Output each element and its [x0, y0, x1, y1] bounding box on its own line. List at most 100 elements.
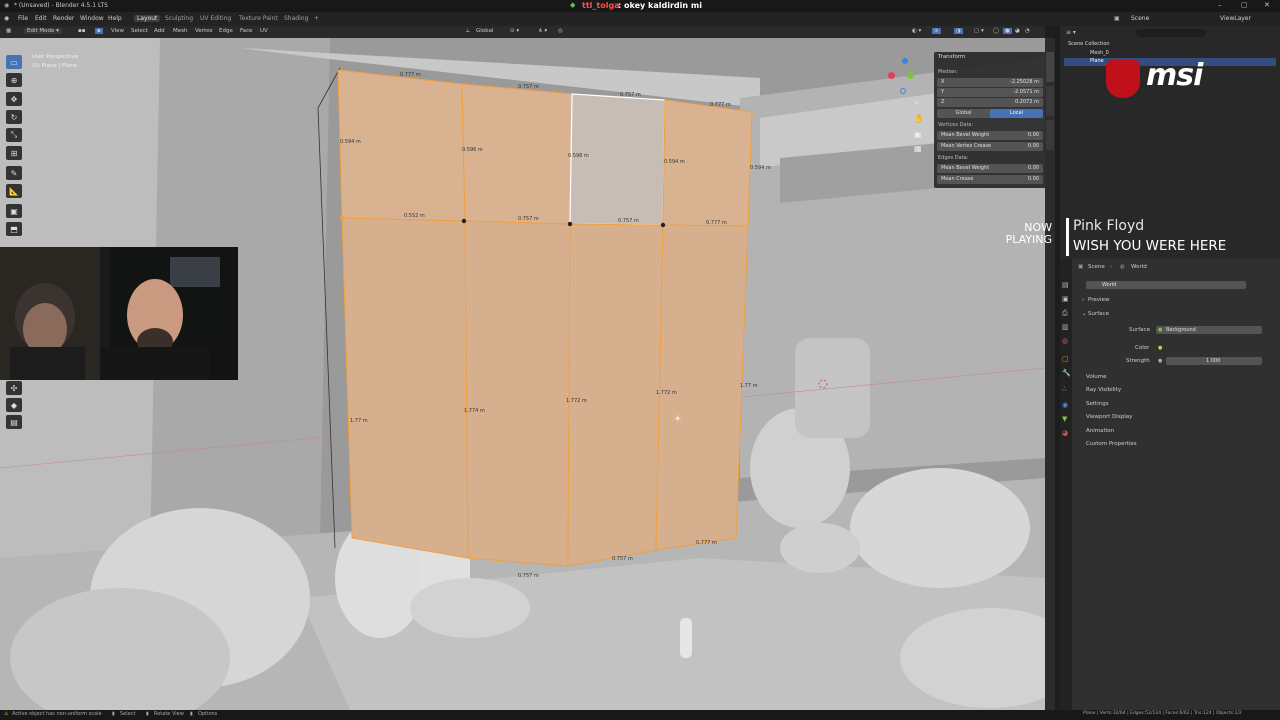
- overlay-icon[interactable]: ◑: [954, 28, 963, 34]
- world-tab-icon[interactable]: ◍: [1062, 337, 1068, 345]
- add-workspace-button[interactable]: +: [314, 15, 319, 22]
- maximize-button[interactable]: ▢: [1241, 1, 1248, 9]
- transform-tool-icon[interactable]: ⊞: [6, 146, 22, 160]
- face-select-icon[interactable]: ▪: [95, 28, 103, 34]
- outliner-item-mesh[interactable]: Mesh_0: [1090, 50, 1109, 56]
- neg-z-axis-icon[interactable]: [900, 88, 906, 94]
- menu-add[interactable]: Add: [154, 28, 165, 34]
- move-tool-icon[interactable]: ✥: [6, 92, 22, 106]
- menu-uv[interactable]: UV: [260, 28, 268, 34]
- cursor-tool-icon[interactable]: ⊕: [6, 73, 22, 87]
- wireframe-shading-icon[interactable]: ◯: [993, 28, 999, 34]
- ortho-toggle-icon[interactable]: ▦: [914, 144, 922, 153]
- menu-file[interactable]: File: [18, 15, 28, 22]
- smooth-tool-icon[interactable]: ◆: [6, 398, 22, 412]
- median-x-field[interactable]: X -2.25028 m: [937, 78, 1043, 87]
- mean-vertex-crease-field[interactable]: Mean Vertex Crease 0.00: [937, 142, 1043, 151]
- section-settings[interactable]: Settings: [1086, 401, 1109, 407]
- rotate-tool-icon[interactable]: ↻: [6, 110, 22, 124]
- snap-icon[interactable]: ⋔ ▾: [538, 28, 547, 34]
- section-preview[interactable]: Preview: [1088, 297, 1109, 303]
- breadcrumb-scene[interactable]: Scene: [1088, 264, 1105, 270]
- camera-view-icon[interactable]: ▣: [914, 130, 922, 139]
- xray-icon[interactable]: ▢ ▾: [974, 28, 984, 34]
- material-tab-icon[interactable]: ◕: [1062, 429, 1068, 437]
- navigation-gizmo[interactable]: [884, 58, 924, 98]
- tab-sculpting[interactable]: Sculpting: [165, 15, 193, 22]
- rendered-shading-icon[interactable]: ◔: [1025, 28, 1030, 34]
- tab-item[interactable]: [1046, 52, 1054, 82]
- tab-shading[interactable]: Shading: [284, 15, 308, 22]
- output-tab-icon[interactable]: ⎙: [1062, 309, 1068, 318]
- surface-dropdown[interactable]: ● Background: [1156, 326, 1262, 334]
- outliner-editor-icon[interactable]: ≡ ▾: [1066, 29, 1076, 36]
- tab-texture-paint[interactable]: Texture Paint: [239, 15, 278, 22]
- section-surface[interactable]: Surface: [1088, 311, 1109, 317]
- material-shading-icon[interactable]: ◕: [1015, 28, 1020, 34]
- menu-render[interactable]: Render: [53, 15, 74, 22]
- x-axis-icon[interactable]: [888, 72, 895, 79]
- modifier-tab-icon[interactable]: 🔧: [1062, 369, 1071, 377]
- menu-face[interactable]: Face: [240, 28, 252, 34]
- render-tab-icon[interactable]: ▣: [1062, 295, 1069, 303]
- pivot-icon[interactable]: ⊙ ▾: [510, 28, 519, 34]
- section-custom-properties[interactable]: Custom Properties: [1086, 441, 1137, 447]
- tab-tool[interactable]: [1046, 86, 1054, 116]
- edge-bevel-weight-field[interactable]: Mean Bevel Weight 0.00: [937, 164, 1043, 173]
- menu-view[interactable]: View: [111, 28, 124, 34]
- zoom-icon[interactable]: ⌕: [914, 98, 918, 108]
- outliner-item-plane[interactable]: Plane: [1090, 58, 1104, 64]
- shear-tool-icon[interactable]: ✣: [6, 381, 22, 395]
- add-cube-tool-icon[interactable]: ▣: [6, 204, 22, 218]
- z-axis-icon[interactable]: [902, 58, 908, 64]
- tab-layout[interactable]: Layout: [134, 15, 161, 22]
- view-layer-tab-icon[interactable]: ▥: [1062, 323, 1069, 331]
- tab-uv-editing[interactable]: UV Editing: [200, 15, 231, 22]
- close-button[interactable]: ✕: [1264, 1, 1270, 9]
- scene-selector[interactable]: Scene: [1131, 15, 1149, 22]
- select-box-tool-icon[interactable]: ▭: [6, 55, 22, 69]
- select-mode-icons[interactable]: ▪▪: [78, 28, 85, 34]
- data-tab-icon[interactable]: ▼: [1062, 415, 1067, 423]
- median-z-field[interactable]: Z 0.2072 m: [937, 98, 1043, 107]
- breadcrumb-world[interactable]: World: [1131, 264, 1147, 270]
- physics-tab-icon[interactable]: ◉: [1062, 401, 1068, 409]
- rip-tool-icon[interactable]: ▤: [6, 415, 22, 429]
- minimize-button[interactable]: –: [1218, 1, 1222, 9]
- blender-menu-icon[interactable]: ◉: [4, 15, 9, 22]
- menu-edit[interactable]: Edit: [35, 15, 47, 22]
- proportional-icon[interactable]: ◎: [558, 28, 563, 34]
- gizmo-icon[interactable]: ⊕: [932, 28, 941, 34]
- tool-tab-icon[interactable]: ▤: [1062, 281, 1069, 289]
- pan-icon[interactable]: ✋: [914, 114, 924, 123]
- section-animation[interactable]: Animation: [1086, 428, 1114, 434]
- section-viewport-display[interactable]: Viewport Display: [1086, 414, 1132, 420]
- world-name-field[interactable]: World: [1086, 281, 1246, 289]
- extrude-tool-icon[interactable]: ⬒: [6, 222, 22, 236]
- menu-mesh[interactable]: Mesh: [173, 28, 187, 34]
- menu-vertex[interactable]: Vertex: [195, 28, 213, 34]
- menu-select[interactable]: Select: [131, 28, 148, 34]
- local-toggle[interactable]: Local: [990, 109, 1043, 118]
- global-toggle[interactable]: Global: [937, 109, 990, 118]
- mean-crease-field[interactable]: Mean Crease 0.00: [937, 175, 1043, 184]
- solid-shading-icon[interactable]: ●: [1003, 28, 1012, 34]
- view-object-types-icon[interactable]: ◐ ▾: [912, 28, 921, 34]
- tab-view[interactable]: [1046, 120, 1054, 150]
- annotate-tool-icon[interactable]: ✎: [6, 166, 22, 180]
- measure-tool-icon[interactable]: 📐: [6, 184, 22, 198]
- menu-help[interactable]: Help: [108, 15, 122, 22]
- mean-bevel-weight-field[interactable]: Mean Bevel Weight 0.00: [937, 131, 1043, 140]
- section-volume[interactable]: Volume: [1086, 374, 1106, 380]
- menu-edge[interactable]: Edge: [219, 28, 233, 34]
- view-layer-selector[interactable]: ViewLayer: [1220, 15, 1251, 22]
- object-tab-icon[interactable]: ▢: [1062, 355, 1069, 363]
- section-surface-arrow[interactable]: ⌄: [1082, 311, 1087, 317]
- y-axis-icon[interactable]: [907, 72, 914, 79]
- outliner-search-input[interactable]: [1136, 29, 1206, 37]
- color-socket-icon[interactable]: ●: [1158, 345, 1162, 351]
- transform-panel-title[interactable]: Transform: [938, 54, 965, 60]
- mode-dropdown[interactable]: Edit Mode ▾: [24, 28, 62, 34]
- section-ray-visibility[interactable]: Ray Visibility: [1086, 387, 1121, 393]
- menu-window[interactable]: Window: [80, 15, 104, 22]
